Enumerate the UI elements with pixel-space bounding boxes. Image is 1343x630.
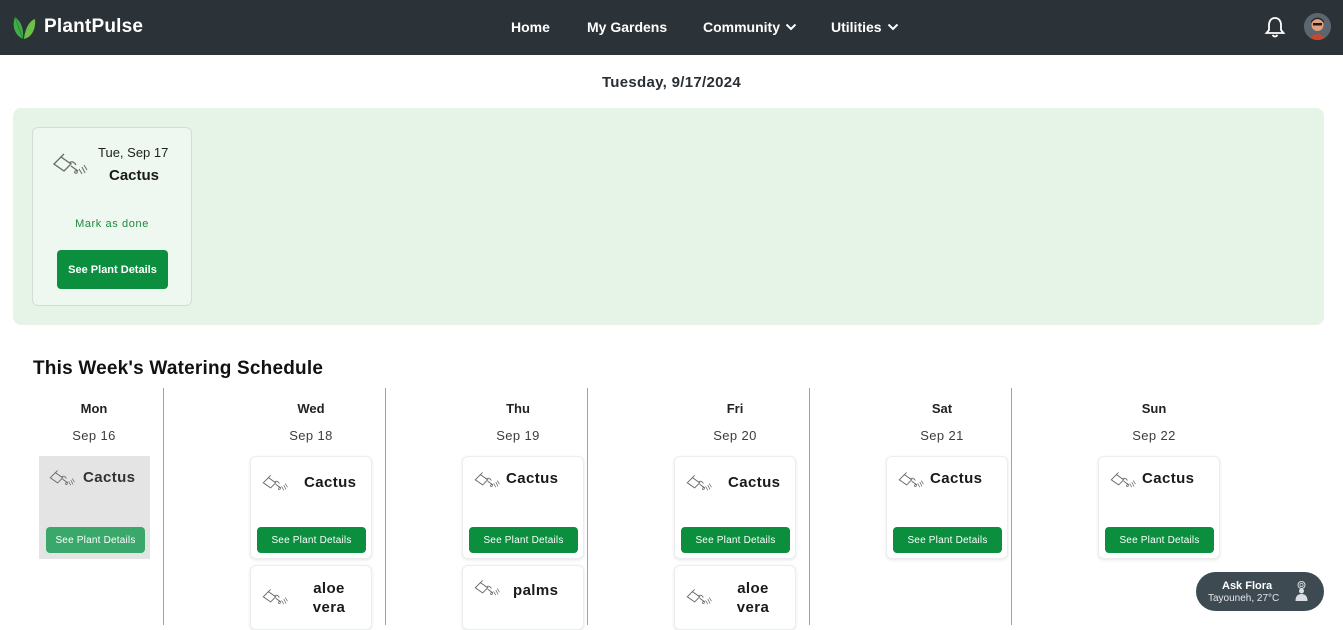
- plant-name: aloe vera: [312, 580, 346, 616]
- today-panel: [13, 108, 1324, 325]
- watering-can-icon: [259, 474, 291, 496]
- day-name-sat: Sat: [931, 401, 953, 416]
- see-plant-details-button[interactable]: See Plant Details: [893, 527, 1002, 553]
- user-avatar-icon: [1304, 13, 1331, 40]
- day-name-wed: Wed: [297, 401, 325, 416]
- chevron-down-icon: [785, 23, 797, 31]
- nav-home[interactable]: Home: [511, 17, 550, 37]
- nav-community-dropdown[interactable]: Community: [703, 17, 797, 37]
- watering-card: Cactus See Plant Details: [886, 456, 1008, 559]
- watering-card-done: Cactus See Plant Details: [39, 456, 150, 559]
- nav-my-gardens[interactable]: My Gardens: [587, 17, 667, 37]
- day-date-sun: Sep 22: [1132, 428, 1176, 443]
- bell-icon[interactable]: [1264, 15, 1286, 39]
- weather-text: Tayouneh, 27°C: [1208, 593, 1280, 604]
- column-divider: [809, 388, 810, 625]
- nav-utilities-label: Utilities: [831, 19, 882, 35]
- column-divider: [1011, 388, 1012, 625]
- chevron-down-icon: [887, 23, 898, 31]
- plant-name: Cactus: [83, 469, 136, 486]
- plant-name: Cactus: [728, 474, 781, 491]
- nav-gardens-label: My Gardens: [587, 19, 668, 35]
- watering-card: aloe vera: [250, 565, 372, 630]
- today-watering-card: Tue, Sep 17 Cactus Mark as done See Plan…: [32, 127, 192, 306]
- watering-can-icon: [259, 588, 291, 610]
- logo[interactable]: PlantPulse: [12, 11, 143, 43]
- day-date-thu: Sep 19: [496, 428, 540, 443]
- ask-flora-label: Ask Flora: [1222, 580, 1273, 592]
- watering-card: Cactus See Plant Details: [462, 456, 584, 559]
- watering-card: Cactus See Plant Details: [250, 456, 372, 559]
- section-title: This Week's Watering Schedule: [33, 358, 324, 379]
- mark-as-done-link[interactable]: Mark as done: [33, 218, 191, 230]
- day-date-fri: Sep 20: [713, 428, 757, 443]
- day-name-fri: Fri: [726, 401, 744, 416]
- day-date-sat: Sep 21: [920, 428, 964, 443]
- nav-community-label: Community: [703, 19, 780, 35]
- watering-can-icon: [1107, 471, 1139, 493]
- watering-can-icon: [895, 471, 927, 493]
- plant-name: Cactus: [1142, 470, 1195, 487]
- today-date: Tue, Sep 17: [98, 145, 169, 160]
- column-divider: [587, 388, 588, 625]
- column-divider: [163, 388, 164, 625]
- watering-card: aloe vera: [674, 565, 796, 630]
- watering-can-icon: [471, 471, 503, 493]
- day-name-sun: Sun: [1141, 401, 1167, 416]
- watering-can-icon: [683, 588, 715, 610]
- watering-card: palms: [462, 565, 584, 630]
- see-plant-details-button[interactable]: See Plant Details: [257, 527, 366, 553]
- page-title: Tuesday, 9/17/2024: [601, 74, 742, 91]
- see-plant-details-button[interactable]: See Plant Details: [1105, 527, 1214, 553]
- avatar[interactable]: [1304, 13, 1331, 40]
- plant-name: aloe vera: [736, 580, 770, 616]
- day-name-mon: Mon: [80, 401, 108, 416]
- today-plant-name: Cactus: [109, 167, 160, 184]
- watering-can-icon: [46, 469, 78, 491]
- assistant-icon: [1295, 581, 1308, 601]
- day-date-wed: Sep 18: [289, 428, 333, 443]
- nav-utilities-dropdown[interactable]: Utilities: [831, 17, 899, 37]
- column-divider: [385, 388, 386, 625]
- leaf-logo-icon: [13, 16, 36, 40]
- see-plant-details-button[interactable]: See Plant Details: [57, 250, 168, 289]
- see-plant-details-button[interactable]: See Plant Details: [469, 527, 578, 553]
- nav-home-label: Home: [511, 19, 550, 35]
- plant-name: palms: [513, 582, 559, 599]
- watering-can-icon: [51, 152, 89, 182]
- plant-name: Cactus: [930, 470, 983, 487]
- top-navbar: PlantPulse Home My Gardens Community Uti…: [0, 0, 1343, 55]
- day-name-thu: Thu: [506, 401, 530, 416]
- see-plant-details-button[interactable]: See Plant Details: [46, 527, 145, 553]
- app-name: PlantPulse: [44, 16, 144, 37]
- plant-name: Cactus: [506, 470, 559, 487]
- watering-card: Cactus See Plant Details: [1098, 456, 1220, 559]
- plant-name: Cactus: [304, 474, 357, 491]
- see-plant-details-button[interactable]: See Plant Details: [681, 527, 790, 553]
- day-date-mon: Sep 16: [72, 428, 116, 443]
- watering-card: Cactus See Plant Details: [674, 456, 796, 559]
- ask-flora-button[interactable]: Ask Flora Tayouneh, 27°C: [1196, 572, 1324, 611]
- watering-can-icon: [683, 474, 715, 496]
- watering-can-icon: [471, 579, 503, 601]
